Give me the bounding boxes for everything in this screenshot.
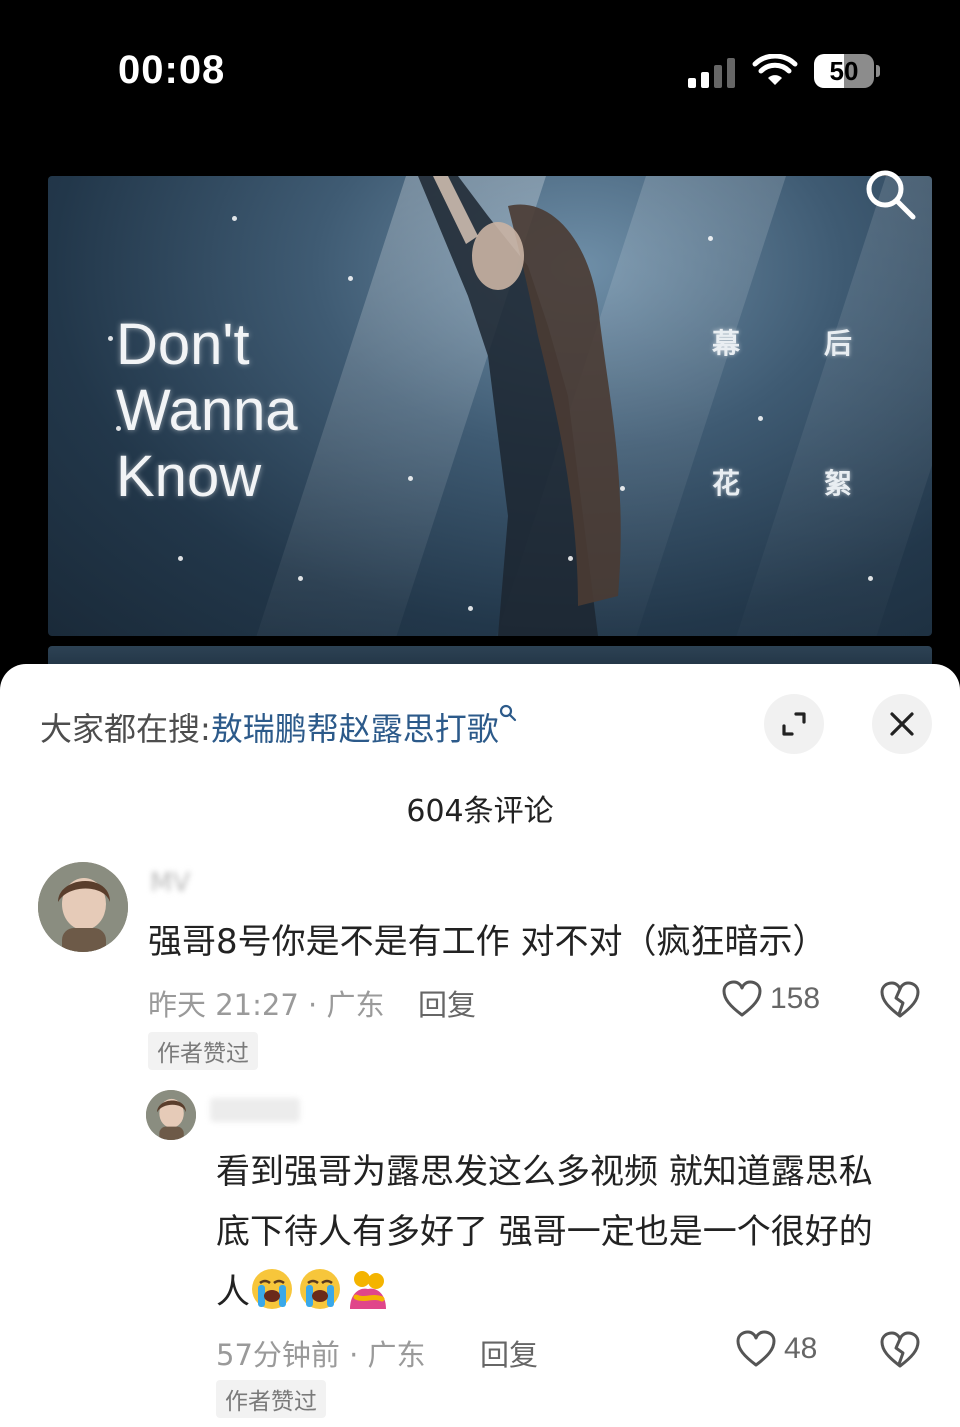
video-frame[interactable]: Don't Wanna Know 幕 后 花 絮 xyxy=(48,176,932,636)
like-button[interactable]: 48 xyxy=(736,1330,817,1368)
author-liked-badge: 作者赞过 xyxy=(216,1380,326,1418)
video-caption-char: 幕 xyxy=(712,327,741,360)
sparkle xyxy=(408,476,413,481)
people-hugging-icon xyxy=(350,1271,386,1309)
video-caption-char: 花 xyxy=(712,467,741,500)
sparkle xyxy=(468,606,473,611)
like-button[interactable]: 158 xyxy=(722,980,820,1018)
sparkle xyxy=(708,236,713,241)
performer-silhouette xyxy=(418,176,621,636)
comment-text: 强哥8号你是不是有工作 对不对（疯狂暗示） xyxy=(148,922,827,962)
reply-button[interactable]: 回复 xyxy=(480,1332,538,1374)
sparkle xyxy=(868,576,873,581)
search-icon xyxy=(499,704,516,722)
trending-search[interactable]: 大家都在搜:敖瑞鹏帮赵露思打歌 xyxy=(40,704,517,750)
battery-percent: 50 xyxy=(829,56,859,86)
username[interactable]: MV xyxy=(150,868,190,898)
username[interactable] xyxy=(210,1098,300,1122)
sparkle xyxy=(116,426,121,431)
comment-text-line: 人 xyxy=(216,1262,936,1322)
status-bar: 00:08 50 xyxy=(0,0,960,140)
broken-heart-icon[interactable] xyxy=(880,1330,920,1370)
video-title-line: Know xyxy=(116,444,262,509)
sparkle xyxy=(298,576,303,581)
battery-indicator: 50 xyxy=(814,54,880,88)
sparkle xyxy=(348,276,353,281)
avatar[interactable] xyxy=(146,1090,196,1140)
avatar-image xyxy=(146,1090,196,1140)
comment-meta: 昨天 21:27 · 广东 xyxy=(148,988,385,1022)
trending-prefix: 大家都在搜: xyxy=(40,710,211,748)
search-icon[interactable] xyxy=(862,166,918,222)
video-caption-char: 絮 xyxy=(824,467,853,500)
comment-count: 604条评论 xyxy=(406,794,554,829)
trending-query-link[interactable]: 敖瑞鹏帮赵露思打歌 xyxy=(211,710,499,748)
sparkle xyxy=(232,216,237,221)
comment-text-fragment: 人 xyxy=(216,1272,250,1312)
heart-icon xyxy=(722,980,762,1017)
avatar-image xyxy=(38,862,128,952)
sparkle xyxy=(108,336,113,341)
video-player[interactable]: Don't Wanna Know 幕 后 花 絮 xyxy=(0,140,960,676)
sparkle xyxy=(758,416,763,421)
video-title: Don't Wanna Know xyxy=(116,312,298,510)
status-time: 00:08 xyxy=(118,48,226,92)
video-caption-char: 后 xyxy=(824,327,853,360)
sparkle xyxy=(568,556,573,561)
video-title-line: Wanna xyxy=(116,378,298,443)
heart-icon xyxy=(736,1330,776,1367)
like-count: 48 xyxy=(784,1332,818,1365)
comment-text-line: 底下待人有多好了 强哥一定也是一个很好的 xyxy=(216,1212,873,1252)
expand-button[interactable] xyxy=(764,694,824,754)
wifi-icon xyxy=(752,54,798,85)
broken-heart-icon[interactable] xyxy=(880,980,920,1020)
video-title-line: Don't xyxy=(116,312,250,377)
comment-meta: 57分钟前 · 广东 xyxy=(216,1338,426,1372)
battery-body: 50 xyxy=(814,54,874,88)
comment-text: 看到强哥为露思发这么多视频 就知道露思私 底下待人有多好了 强哥一定也是一个很好… xyxy=(216,1142,936,1322)
loudly-crying-face-icon xyxy=(252,1269,292,1309)
expand-icon xyxy=(782,712,806,736)
battery-cap xyxy=(876,65,880,77)
reply-button[interactable]: 回复 xyxy=(418,982,476,1024)
close-button[interactable] xyxy=(872,694,932,754)
loudly-crying-face-icon xyxy=(300,1269,340,1309)
avatar[interactable] xyxy=(38,862,128,952)
sparkle xyxy=(620,486,625,491)
sparkle xyxy=(178,556,183,561)
author-liked-badge: 作者赞过 xyxy=(148,1032,258,1070)
like-count: 158 xyxy=(770,982,821,1015)
comments-sheet: 大家都在搜:敖瑞鹏帮赵露思打歌 604条评论 MV 强哥8号你是不是有工作 对不… xyxy=(0,664,960,1427)
cellular-signal-icon xyxy=(688,58,735,88)
close-icon xyxy=(890,712,914,736)
comment-text-line: 看到强哥为露思发这么多视频 就知道露思私 xyxy=(216,1152,873,1192)
